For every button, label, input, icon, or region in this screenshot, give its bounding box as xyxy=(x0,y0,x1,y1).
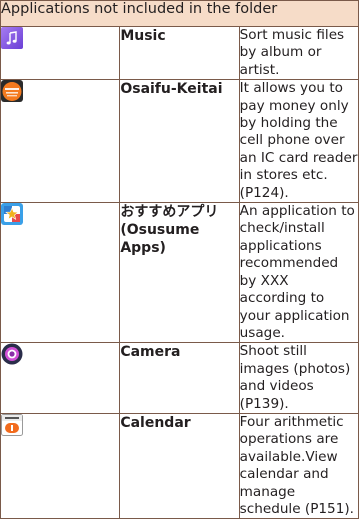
icon-cell xyxy=(0,79,121,204)
document-page: Applications not included in the folder xyxy=(0,0,360,519)
table-header-row: Applications not included in the folder xyxy=(0,0,359,27)
table-row: Music Sort music files by album or artis… xyxy=(0,25,360,81)
table-row: Camera Shoot still images (photos) and v… xyxy=(0,342,360,414)
applications-table: Applications not included in the folder xyxy=(0,0,360,519)
table-header: Applications not included in the folder xyxy=(0,0,359,27)
table-row: Osaifu-Keitai It allows you to pay money… xyxy=(0,79,360,204)
app-description: It allows you to pay money only by holdi… xyxy=(238,79,360,204)
calendar-icon xyxy=(1,413,23,436)
app-description: An application to check/install applicat… xyxy=(238,202,360,344)
table-row: Calendar Four arithmetic operations are … xyxy=(0,412,360,519)
icon-cell xyxy=(0,25,121,81)
recommended-apps-star-icon xyxy=(1,203,23,226)
app-name: Osaifu-Keitai xyxy=(119,79,240,204)
app-name: Camera xyxy=(119,342,240,414)
icon-cell xyxy=(0,412,121,519)
table-row: おすすめアプリ(Osusume Apps) An application to … xyxy=(0,202,360,344)
icon-cell xyxy=(0,342,121,414)
osaifu-keitai-icon xyxy=(1,80,23,103)
app-name: Music xyxy=(119,25,240,81)
camera-icon xyxy=(1,343,23,365)
app-description: Sort music files by album or artist. xyxy=(238,25,360,81)
icon-cell xyxy=(0,202,121,344)
app-description: Four arithmetic operations are available… xyxy=(238,412,360,519)
app-name: おすすめアプリ(Osusume Apps) xyxy=(119,202,240,344)
app-name: Calendar xyxy=(119,412,240,519)
music-note-icon xyxy=(1,27,23,49)
app-description: Shoot still images (photos) and videos (… xyxy=(238,342,360,414)
